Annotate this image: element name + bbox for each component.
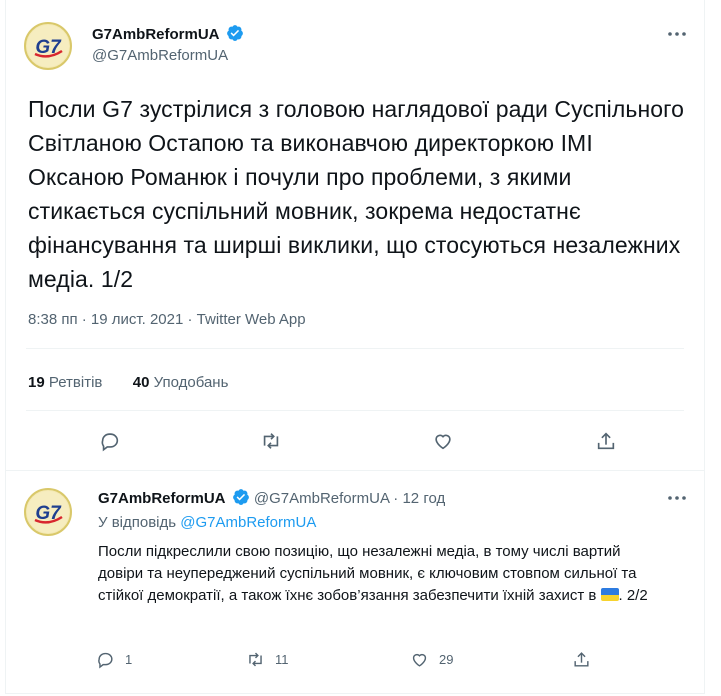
reply-handle[interactable]: @G7AmbReformUA [254, 490, 389, 507]
reply-bubble-icon [98, 652, 113, 668]
more-dots-icon[interactable] [660, 488, 694, 508]
replying-to-label: У відповідь [98, 514, 177, 531]
tweet-card: G7 G7AmbReformUA @G7AmbReformUA Посли G7… [5, 0, 705, 694]
likes-stat[interactable]: 40 Уподобань [133, 374, 229, 391]
engagement-stats: 19 Ретвітів 40 Уподобань [28, 374, 228, 391]
retweet-icon [249, 652, 262, 666]
author-block: G7AmbReformUA @G7AmbReformUA [92, 24, 244, 64]
likes-label: Уподобань [153, 374, 229, 391]
divider [26, 348, 684, 349]
retweets-count: 19 [28, 374, 45, 391]
tweet-text: Посли G7 зустрілися з головою наглядової… [28, 96, 685, 292]
reply-separator: · [393, 490, 399, 507]
ukraine-flag-icon [600, 588, 619, 601]
g7-logo-icon: G7 [27, 491, 69, 533]
reply-text-tail: . 2/2 [618, 587, 648, 604]
author-handle[interactable]: @G7AmbReformUA [92, 47, 244, 64]
more-dots-icon[interactable] [660, 24, 694, 44]
reply-text-body: Посли підкреслили свою позицію, що незал… [98, 543, 637, 604]
replying-to: У відповідь @G7AmbReformUA [98, 514, 316, 531]
divider [26, 410, 684, 411]
reply-display-name[interactable]: G7AmbReformUA [98, 490, 226, 507]
retweet-count: 11 [275, 651, 289, 667]
share-icon [574, 651, 589, 667]
heart-icon[interactable] [430, 428, 456, 454]
tweet-timestamp[interactable]: 8:38 пп · 19 лист. 2021 · Twitter Web Ap… [28, 311, 306, 328]
reply-action[interactable]: 1 [96, 648, 132, 670]
retweets-label: Ретвітів [48, 374, 103, 391]
replying-to-link[interactable]: @G7AmbReformUA [180, 514, 316, 531]
heart-icon [412, 653, 427, 667]
verified-badge-icon [232, 489, 249, 505]
reply-avatar[interactable]: G7 [24, 488, 72, 536]
like-count: 29 [439, 651, 454, 667]
like-action[interactable]: 29 [410, 648, 453, 670]
share-action[interactable] [572, 648, 591, 670]
divider [6, 470, 704, 471]
reply-text: Посли підкреслили свою позицію, що незал… [98, 541, 658, 607]
likes-count: 40 [132, 374, 150, 391]
retweets-stat[interactable]: 19 Ретвітів [28, 374, 102, 391]
verified-badge-icon [227, 25, 243, 41]
avatar[interactable]: G7 [24, 22, 72, 70]
share-icon[interactable] [593, 428, 619, 454]
reply-header: G7AmbReformUA @G7AmbReformUA · 12 год [98, 488, 445, 507]
retweet-action[interactable]: 11 [246, 648, 289, 670]
reply-bubble-icon[interactable] [97, 428, 123, 454]
retweet-icon[interactable] [258, 428, 284, 454]
g7-logo-icon: G7 [27, 25, 69, 67]
reply-count: 1 [125, 651, 133, 667]
reply-time[interactable]: 12 год [402, 490, 445, 507]
display-name[interactable]: G7AmbReformUA [92, 26, 220, 43]
